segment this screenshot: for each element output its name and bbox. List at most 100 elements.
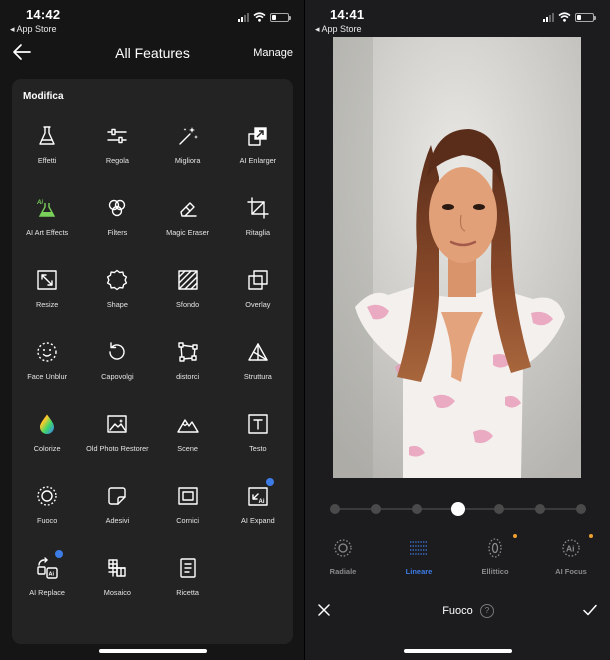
feature-label: Struttura bbox=[243, 372, 272, 381]
feature-old-photo-restorer[interactable]: Old Photo Restorer bbox=[82, 413, 152, 485]
radial-icon bbox=[334, 539, 352, 557]
colorize-drop-icon bbox=[36, 413, 58, 435]
background-icon bbox=[177, 269, 199, 291]
svg-text:Ai: Ai bbox=[566, 544, 575, 554]
photo-restore-icon bbox=[106, 413, 128, 435]
feature-distorci[interactable]: distorci bbox=[153, 341, 223, 413]
feature-label: Scene bbox=[177, 444, 198, 453]
slider-thumb[interactable] bbox=[451, 502, 465, 516]
feature-label: Shape bbox=[106, 300, 128, 309]
feature-effetti[interactable]: Effetti bbox=[12, 125, 82, 197]
slider-stop[interactable] bbox=[330, 504, 340, 514]
feature-label: Sfondo bbox=[176, 300, 200, 309]
feature-label: Magic Eraser bbox=[166, 228, 210, 237]
overlay-icon bbox=[247, 269, 269, 291]
feature-regola[interactable]: Regola bbox=[82, 125, 152, 197]
filters-icon bbox=[106, 197, 128, 219]
feature-label: Adesivi bbox=[105, 516, 130, 525]
feature-ai-expand[interactable]: Ai AI Expand bbox=[223, 478, 293, 557]
text-icon bbox=[247, 413, 269, 435]
face-icon bbox=[36, 341, 58, 363]
structure-icon bbox=[247, 341, 269, 363]
feature-filters[interactable]: Filters bbox=[82, 197, 152, 269]
svg-text:Ai: Ai bbox=[258, 499, 264, 505]
feature-label: Regola bbox=[105, 156, 129, 165]
photo-canvas[interactable] bbox=[333, 37, 581, 478]
feature-struttura[interactable]: Struttura bbox=[223, 341, 293, 413]
premium-badge-icon bbox=[55, 550, 64, 558]
wifi-icon bbox=[253, 12, 266, 22]
slider-stop[interactable] bbox=[412, 504, 422, 514]
focus-icon bbox=[36, 485, 58, 507]
feature-fuoco[interactable]: Fuoco bbox=[12, 485, 82, 557]
feature-label: Resize bbox=[35, 300, 59, 309]
feature-label: Mosaico bbox=[103, 588, 131, 597]
slider-stop[interactable] bbox=[494, 504, 504, 514]
feature-label: Ritaglia bbox=[245, 228, 271, 237]
feature-ai-art-effects[interactable]: Ai AI Art Effects bbox=[12, 197, 82, 269]
feature-label: Old Photo Restorer bbox=[86, 444, 149, 453]
rotate-icon bbox=[106, 341, 128, 363]
back-to-app-store-link[interactable]: ◂ App Store bbox=[10, 24, 57, 35]
feature-ai-replace[interactable]: Ai AI Replace bbox=[12, 550, 82, 629]
focus-intensity-slider[interactable] bbox=[329, 500, 587, 518]
system-icons bbox=[238, 12, 291, 22]
svg-text:Ai: Ai bbox=[49, 572, 55, 578]
signal-icon bbox=[238, 12, 249, 22]
feature-magic-eraser[interactable]: Magic Eraser bbox=[153, 197, 223, 269]
ai-replace-icon: Ai bbox=[36, 550, 64, 579]
feature-adesivi[interactable]: Adesivi bbox=[82, 485, 152, 557]
feature-shape[interactable]: Shape bbox=[82, 269, 152, 341]
feature-label: Effetti bbox=[37, 156, 57, 165]
wifi-icon bbox=[558, 12, 571, 22]
mode-radiale[interactable]: Radiale bbox=[308, 538, 378, 576]
status-bar: 14:41 ◂ App Store bbox=[305, 0, 610, 38]
feature-grid: Effetti Regola Migliora AI Enlarger Ai AI Art… bbox=[12, 125, 293, 629]
feature-face-unblur[interactable]: Face Unblur bbox=[12, 341, 82, 413]
back-to-app-store-link[interactable]: ◂ App Store bbox=[315, 24, 362, 35]
new-indicator-dot bbox=[513, 534, 517, 538]
feature-testo[interactable]: Testo bbox=[223, 413, 293, 485]
feature-scene[interactable]: Scene bbox=[153, 413, 223, 485]
mode-ellittico[interactable]: Ellittico bbox=[460, 534, 530, 576]
feature-label: Filters bbox=[107, 228, 128, 237]
slider-stop[interactable] bbox=[535, 504, 545, 514]
home-indicator bbox=[98, 649, 207, 653]
mode-ai-focus[interactable]: Ai AI Focus bbox=[536, 534, 606, 576]
mode-label: AI Focus bbox=[555, 567, 587, 576]
mode-label: Lineare bbox=[405, 567, 433, 576]
feature-resize[interactable]: Resize bbox=[12, 269, 82, 341]
help-button[interactable]: ? bbox=[480, 604, 494, 618]
slider-stop[interactable] bbox=[371, 504, 381, 514]
feature-overlay[interactable]: Overlay bbox=[223, 269, 293, 341]
linear-icon bbox=[410, 541, 428, 555]
ai-expand-icon: Ai bbox=[247, 478, 274, 507]
mode-lineare[interactable]: Lineare bbox=[384, 538, 454, 576]
feature-label: Capovolgi bbox=[101, 372, 134, 381]
feature-migliora[interactable]: Migliora bbox=[153, 125, 223, 197]
feature-sfondo[interactable]: Sfondo bbox=[153, 269, 223, 341]
feature-ricetta[interactable]: Ricetta bbox=[153, 557, 223, 629]
enlarge-icon bbox=[247, 125, 269, 147]
feature-ritaglia[interactable]: Ritaglia bbox=[223, 197, 293, 269]
feature-colorize[interactable]: Colorize bbox=[12, 413, 82, 485]
feature-mosaico[interactable]: Mosaico bbox=[82, 557, 152, 629]
recipe-icon bbox=[177, 557, 199, 579]
mountain-icon bbox=[176, 413, 199, 435]
feature-ai-enlarger[interactable]: AI Enlarger bbox=[223, 125, 293, 197]
confirm-check-icon[interactable] bbox=[583, 604, 597, 616]
tool-title: Fuoco bbox=[442, 605, 473, 617]
feature-cornici[interactable]: Cornici bbox=[153, 485, 223, 557]
ai-flask-icon: Ai bbox=[36, 197, 58, 219]
feature-label: Migliora bbox=[174, 156, 201, 165]
feature-label: AI Expand bbox=[241, 516, 275, 525]
feature-label: Testo bbox=[249, 444, 267, 453]
slider-stop[interactable] bbox=[576, 504, 586, 514]
signal-icon bbox=[543, 12, 554, 22]
focus-mode-bar: Radiale Lineare Ellittico Ai AI Focus bbox=[305, 534, 610, 582]
flask-icon bbox=[36, 125, 58, 147]
manage-button[interactable]: Manage bbox=[253, 47, 293, 59]
focus-editor-screen: 14:41 ◂ App Store Radiale Lineare Ellitt… bbox=[305, 0, 610, 660]
status-time: 14:41 bbox=[330, 7, 365, 22]
feature-capovolgi[interactable]: Capovolgi bbox=[82, 341, 152, 413]
